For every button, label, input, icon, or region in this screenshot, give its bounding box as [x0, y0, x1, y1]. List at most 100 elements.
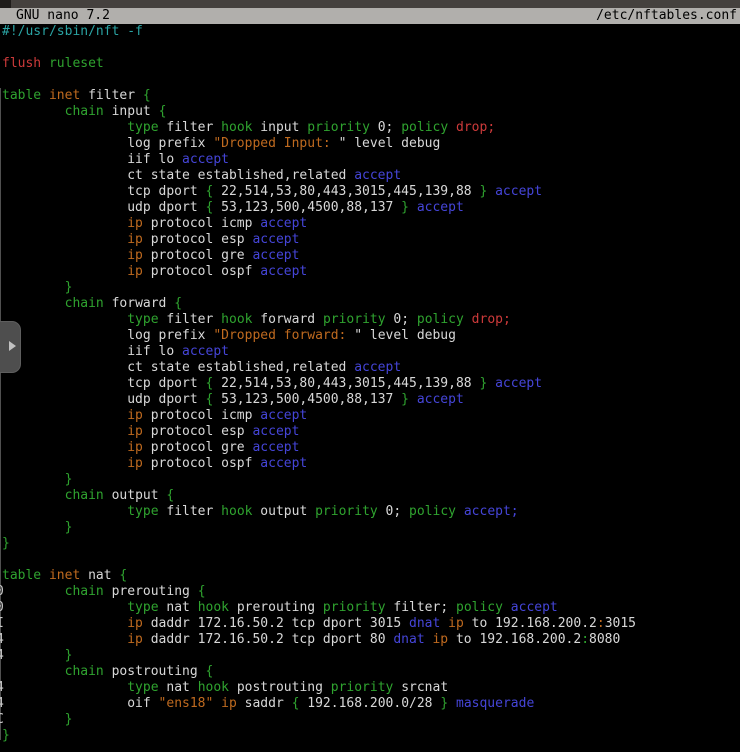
code-line: udp dport { 53,123,500,4500,88,137 } acc… [0, 392, 740, 408]
code-token [409, 200, 417, 215]
code-token: table [2, 568, 41, 583]
code-token [2, 488, 65, 503]
code-token: daddr 172.16.50.2 tcp dport 3015 [143, 616, 409, 631]
code-token: hook [221, 312, 252, 327]
code-token: dnat [393, 632, 424, 647]
code-token: to 192.168.200.2 [448, 632, 581, 647]
code-token: accept [252, 248, 299, 263]
code-token: inet [49, 88, 80, 103]
code-token [503, 600, 511, 615]
window-top-strip [0, 0, 740, 8]
code-token: hook [221, 504, 252, 519]
nano-titlebar: GNU nano 7.2 /etc/nftables.conf [0, 8, 740, 24]
code-token: nat [159, 680, 198, 695]
code-token: inet [49, 568, 80, 583]
code-token: protocol esp [143, 232, 253, 247]
code-line: chain prerouting { [0, 584, 740, 600]
editor-area[interactable]: #!/usr/sbin/nft -fflush rulesettable ine… [0, 24, 740, 744]
code-token: ip [221, 696, 237, 711]
code-token: nat [80, 568, 119, 583]
code-token: priority [323, 312, 386, 327]
code-token: chain [65, 664, 104, 679]
code-line: type filter hook forward priority 0; pol… [0, 312, 740, 328]
code-token [2, 232, 127, 247]
code-token: flush [2, 56, 41, 71]
code-line: iif lo accept [0, 344, 740, 360]
code-line: } [0, 472, 740, 488]
code-token [2, 680, 127, 695]
code-token [2, 712, 65, 727]
code-token: priority [315, 504, 378, 519]
code-token: policy [456, 600, 503, 615]
edge-fragment-glyph: 4 [0, 632, 4, 648]
edge-fragment-glyph: 4 [0, 696, 4, 712]
code-token: priority [307, 120, 370, 135]
code-line: } [0, 648, 740, 664]
code-token: " level debug [339, 136, 441, 151]
code-token: forward [252, 312, 322, 327]
code-token [2, 312, 127, 327]
code-token: } [2, 536, 10, 551]
edge-fragment-glyph: I [0, 616, 4, 632]
code-line: ip protocol icmp accept [0, 408, 740, 424]
code-token: forward [104, 296, 174, 311]
code-token: to 192.168.200.2 [464, 616, 597, 631]
code-token: srcnat [393, 680, 448, 695]
code-token: ip [127, 632, 143, 647]
code-line: ip protocol icmp accept [0, 216, 740, 232]
code-line: #!/usr/sbin/nft -f [0, 24, 740, 40]
code-token: protocol ospf [143, 264, 260, 279]
code-token: priority [323, 600, 386, 615]
code-token [2, 280, 65, 295]
code-token [2, 504, 127, 519]
code-token: 0; [386, 312, 417, 327]
code-line: type nat hook prerouting priority filter… [0, 600, 740, 616]
code-token: #!/usr/sbin/nft -f [2, 24, 143, 39]
code-line: tcp dport { 22,514,53,80,443,3015,445,13… [0, 376, 740, 392]
code-token: accept [495, 376, 542, 391]
code-token: accept [182, 152, 229, 167]
code-token [2, 296, 65, 311]
edge-fragment: C [0, 712, 5, 728]
code-token: chain [65, 104, 104, 119]
code-token [41, 88, 49, 103]
code-line: table inet filter { [0, 88, 740, 104]
code-line: type nat hook postrouting priority srcna… [0, 680, 740, 696]
code-token: hook [198, 600, 229, 615]
code-token [448, 696, 456, 711]
code-token: saddr [237, 696, 292, 711]
code-token: protocol esp [143, 424, 253, 439]
code-token: "ens18" [159, 696, 214, 711]
code-token: output [252, 504, 315, 519]
code-line: table inet nat { [0, 568, 740, 584]
code-token: 53,123,500,4500,88,137 [213, 392, 401, 407]
code-token: ct state established,related [2, 168, 354, 183]
sidebar-toggle-handle[interactable] [0, 321, 21, 373]
code-token: drop; [472, 312, 511, 327]
code-token [2, 216, 127, 231]
code-token: log prefix [2, 136, 213, 151]
code-token: masquerade [456, 696, 534, 711]
code-token: hook [221, 120, 252, 135]
code-token: daddr 172.16.50.2 tcp dport 80 [143, 632, 393, 647]
code-token: accept [417, 392, 464, 407]
code-line: type filter hook input priority 0; polic… [0, 120, 740, 136]
code-token: accept [252, 232, 299, 247]
code-token: filter [159, 504, 222, 519]
code-token [2, 104, 65, 119]
code-line: ct state established,related accept [0, 360, 740, 376]
code-token: ip [127, 248, 143, 263]
code-token: log prefix [2, 328, 213, 343]
code-token: 0; [378, 504, 409, 519]
code-token [2, 664, 65, 679]
edge-fragment-glyph: C [0, 712, 4, 728]
code-token: 0; [370, 120, 401, 135]
code-token [213, 696, 221, 711]
code-token: accept [252, 424, 299, 439]
code-token: chain [65, 296, 104, 311]
code-token: "Dropped forward: [213, 328, 354, 343]
code-token: } [65, 472, 73, 487]
code-line: chain forward { [0, 296, 740, 312]
expand-arrow-icon [9, 341, 16, 351]
code-token [2, 648, 65, 663]
